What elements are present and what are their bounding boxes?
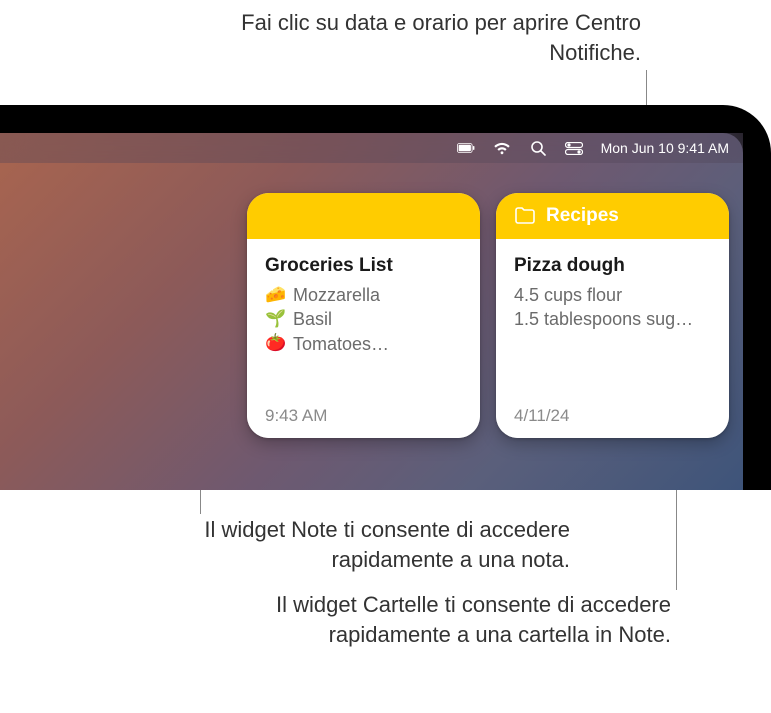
control-center-icon[interactable] xyxy=(565,139,583,157)
folder-line-text: 4.5 cups flour xyxy=(514,283,622,307)
tomato-emoji-icon: 🍅 xyxy=(265,332,287,355)
callout-folder-widget: Il widget Cartelle ti consente di accede… xyxy=(271,590,671,649)
notes-note-widget[interactable]: Groceries List 🧀 Mozzarella 🌱 Basil 🍅 To… xyxy=(247,193,480,438)
basil-emoji-icon: 🌱 xyxy=(265,308,287,331)
desktop-frame: Mon Jun 10 9:41 AM Groceries List 🧀 Mozz… xyxy=(0,105,771,490)
callout-note-widget: Il widget Note ti consente di accedere r… xyxy=(170,515,570,574)
folder-widget-date: 4/11/24 xyxy=(514,406,711,426)
widgets-area: Groceries List 🧀 Mozzarella 🌱 Basil 🍅 To… xyxy=(247,193,729,438)
folder-widget-line: 1.5 tablespoons sug… xyxy=(514,307,711,331)
note-line-text: Mozzarella xyxy=(293,283,380,307)
note-line-text: Tomatoes… xyxy=(293,332,389,356)
battery-icon[interactable] xyxy=(457,139,475,157)
note-widget-timestamp: 9:43 AM xyxy=(265,406,462,426)
wifi-icon[interactable] xyxy=(493,139,511,157)
note-widget-line: 🌱 Basil xyxy=(265,307,462,331)
note-widget-title: Groceries List xyxy=(265,255,462,277)
callout-top: Fai clic su data e orario per aprire Cen… xyxy=(221,8,641,67)
folder-widget-header-title: Recipes xyxy=(546,205,619,227)
note-widget-line: 🧀 Mozzarella xyxy=(265,283,462,307)
note-widget-line: 🍅 Tomatoes… xyxy=(265,332,462,356)
spotlight-search-icon[interactable] xyxy=(529,139,547,157)
notes-folder-widget[interactable]: Recipes Pizza dough 4.5 cups flour 1.5 t… xyxy=(496,193,729,438)
folder-widget-body: Pizza dough 4.5 cups flour 1.5 tablespoo… xyxy=(496,239,729,438)
note-widget-body: Groceries List 🧀 Mozzarella 🌱 Basil 🍅 To… xyxy=(247,239,480,438)
callout-bottom-line xyxy=(676,480,677,590)
cheese-emoji-icon: 🧀 xyxy=(265,284,287,307)
folder-icon xyxy=(514,207,536,225)
folder-widget-line: 4.5 cups flour xyxy=(514,283,711,307)
menu-datetime[interactable]: Mon Jun 10 9:41 AM xyxy=(601,140,729,156)
note-widget-header xyxy=(247,193,480,239)
folder-widget-note-title: Pizza dough xyxy=(514,255,711,277)
folder-line-text: 1.5 tablespoons sug… xyxy=(514,307,693,331)
folder-widget-header: Recipes xyxy=(496,193,729,239)
menu-bar: Mon Jun 10 9:41 AM xyxy=(0,133,743,163)
note-line-text: Basil xyxy=(293,307,332,331)
